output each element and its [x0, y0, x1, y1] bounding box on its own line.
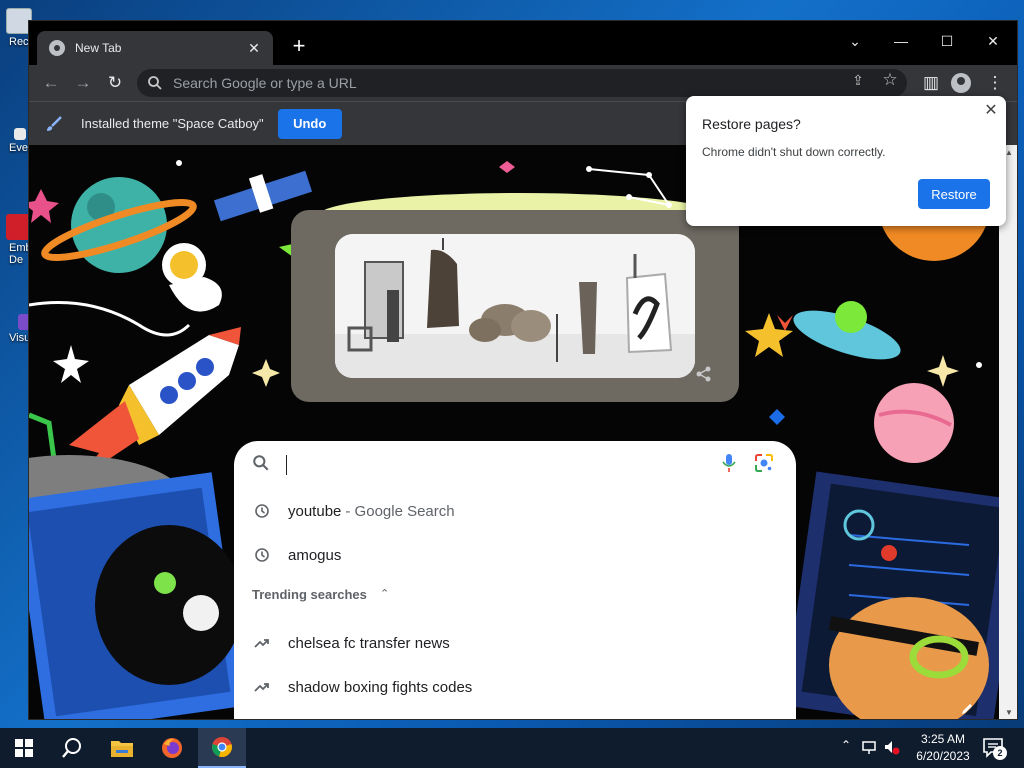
back-button[interactable]: ← — [37, 69, 65, 97]
show-hidden-icons-chevron[interactable]: ⌃ — [838, 738, 854, 756]
desktop-icon-label: Visu — [9, 332, 31, 344]
trending-searches-header: Trending searches — [252, 587, 367, 602]
trending-item[interactable]: shadow boxing fights codes — [234, 665, 796, 709]
theme-installed-message: Installed theme "Space Catboy" — [81, 116, 264, 131]
taskbar-search-button[interactable] — [48, 728, 96, 768]
windows-logo-icon — [15, 739, 33, 757]
search-icon — [253, 455, 269, 471]
text-cursor — [286, 455, 287, 475]
clock-time: 3:25 AM — [920, 732, 966, 746]
restore-button[interactable]: Restore — [918, 179, 990, 209]
start-button[interactable] — [0, 728, 48, 768]
dialog-message: Chrome didn't shut down correctly. — [702, 145, 886, 159]
collapse-chevron-icon[interactable]: ⌃ — [380, 587, 389, 600]
trending-text: chelsea fc transfer news — [288, 634, 450, 652]
search-icon — [62, 738, 81, 758]
trending-icon — [254, 679, 270, 695]
chrome-icon — [212, 737, 232, 757]
chrome-taskbar-button[interactable] — [198, 728, 246, 768]
reload-button[interactable]: ↻ — [101, 69, 129, 97]
desktop-icon-label: Rec — [9, 36, 29, 48]
chrome-favicon-icon — [49, 40, 65, 56]
volume-muted-icon[interactable] — [884, 738, 900, 756]
minimize-button[interactable]: — — [881, 27, 921, 55]
page-scrollbar[interactable]: ▲ ▼ — [999, 145, 1017, 719]
tab-title: New Tab — [75, 41, 122, 55]
new-tab-page: youtube - Google Search amogus Trending … — [29, 145, 999, 719]
network-icon[interactable] — [862, 738, 878, 756]
maximize-button[interactable]: ☐ — [927, 27, 967, 55]
search-input-row[interactable] — [234, 441, 796, 485]
notification-count-badge: 2 — [993, 746, 1007, 760]
embarcadero-icon[interactable]: Emb De — [0, 214, 32, 266]
close-window-button[interactable]: ✕ — [973, 27, 1013, 55]
history-icon — [254, 547, 270, 563]
menu-button[interactable]: ⋮ — [981, 69, 1009, 97]
system-clock[interactable]: 3:25 AM 6/20/2023 — [906, 731, 980, 765]
trending-item[interactable]: chelsea fc transfer news — [234, 621, 796, 665]
lens-search-icon[interactable] — [754, 453, 774, 473]
scroll-down-arrow[interactable]: ▼ — [999, 705, 1017, 719]
tab-strip: New Tab ✕ + ⌄ — ☐ ✕ — [29, 21, 1017, 65]
restore-pages-dialog: Restore pages? Chrome didn't shut down c… — [686, 96, 1006, 226]
share-icon[interactable]: ⇪ — [849, 71, 867, 89]
ntp-search-box: youtube - Google Search amogus Trending … — [234, 441, 796, 719]
history-icon — [254, 503, 270, 519]
new-tab-button[interactable]: + — [287, 35, 311, 59]
tab-search-button[interactable]: ⌄ — [835, 27, 875, 55]
close-icon[interactable]: ✕ — [982, 102, 1000, 120]
doodle-share-icon[interactable] — [695, 365, 713, 383]
firefox-icon — [162, 738, 182, 758]
suggestion-text: youtube — [288, 502, 342, 520]
recycle-bin-icon[interactable]: Rec — [0, 8, 32, 48]
suggestion-item[interactable]: amogus — [234, 533, 796, 577]
everything-icon[interactable]: Eve — [0, 128, 30, 154]
folder-icon — [111, 741, 133, 757]
desktop-icon-label: De — [9, 254, 24, 266]
visual-studio-icon[interactable]: Visu — [0, 314, 30, 344]
paint-brush-icon — [47, 115, 62, 131]
trending-icon — [254, 635, 270, 651]
firefox-button[interactable] — [148, 728, 196, 768]
omnibox[interactable] — [137, 69, 907, 97]
tab-close-icon[interactable]: ✕ — [245, 40, 263, 57]
suggestion-suffix: - Google Search — [345, 502, 455, 520]
omnibox-input[interactable] — [173, 75, 907, 91]
file-explorer-button[interactable] — [98, 728, 146, 768]
google-doodle-image[interactable] — [335, 234, 695, 378]
undo-button[interactable]: Undo — [277, 108, 342, 139]
suggestion-text: amogus — [288, 546, 342, 564]
tab-new-tab[interactable]: New Tab ✕ — [37, 31, 273, 65]
desktop-icon-label: Emb — [9, 242, 32, 254]
bookmark-star-icon[interactable]: ☆ — [881, 71, 899, 89]
suggestion-item[interactable]: youtube - Google Search — [234, 489, 796, 533]
customize-pencil-icon[interactable] — [959, 701, 975, 717]
ntp-search-input[interactable] — [286, 453, 706, 477]
clock-date: 6/20/2023 — [916, 749, 970, 763]
trending-text: shadow boxing fights codes — [288, 678, 473, 696]
forward-button[interactable]: → — [69, 69, 97, 97]
voice-search-icon[interactable] — [722, 453, 736, 473]
desktop-icon-label: Eve — [9, 142, 28, 154]
search-icon — [148, 76, 162, 90]
dialog-title: Restore pages? — [702, 116, 801, 132]
side-panel-button[interactable]: ▥ — [917, 69, 945, 97]
taskbar: ⌃ 3:25 AM 6/20/2023 2 — [0, 728, 1024, 768]
profile-avatar[interactable] — [951, 73, 971, 93]
